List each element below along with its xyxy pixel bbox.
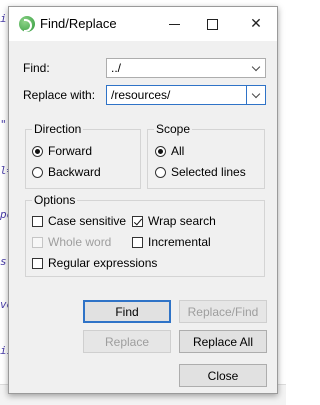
scope-all-radio[interactable]: All [155,144,184,158]
replace-dropdown-button[interactable] [246,86,265,104]
direction-backward-radio[interactable]: Backward [32,165,101,179]
find-combobox[interactable]: ../ [106,58,266,78]
chevron-down-icon [251,62,261,71]
replace-input[interactable]: /resources/ [111,88,170,102]
scope-all-label: All [171,144,185,158]
case-sensitive-checkbox[interactable]: Case sensitive [32,214,126,228]
checkbox-checked-icon [132,215,143,227]
radio-unselected-icon [155,166,166,178]
minimize-button[interactable] [155,7,193,41]
checkbox-unchecked-icon [132,236,143,248]
maximize-button[interactable] [193,7,231,41]
regular-expressions-label: Regular expressions [48,256,158,270]
radio-selected-icon [32,145,43,157]
find-button[interactable]: Find [83,300,171,323]
find-input[interactable]: ../ [111,61,121,75]
close-icon: ✕ [250,16,262,32]
scope-group: Scope All Selected lines [147,122,265,189]
find-replace-dialog: Find/Replace ✕ Find: ../ Replace with: /… [8,6,278,394]
whole-word-label: Whole word [48,235,112,249]
direction-backward-label: Backward [48,165,101,179]
replace-combobox[interactable]: /resources/ [106,85,266,105]
direction-forward-label: Forward [48,144,93,158]
close-button[interactable]: Close [179,364,267,387]
maximize-icon [206,18,218,30]
direction-group-title: Direction [32,122,84,136]
incremental-checkbox[interactable]: Incremental [132,235,211,249]
case-sensitive-label: Case sensitive [48,214,127,228]
direction-forward-radio[interactable]: Forward [32,144,92,158]
find-label: Find: [23,61,50,75]
radio-selected-icon [155,145,166,157]
direction-group: Direction Forward Backward [25,122,141,189]
scope-selected-lines-radio[interactable]: Selected lines [155,165,246,179]
regular-expressions-checkbox[interactable]: Regular expressions [32,256,157,270]
scope-group-title: Scope [154,122,193,136]
editor-glyph: s [0,255,7,268]
minimize-icon [168,23,180,25]
whole-word-checkbox: Whole word [32,235,111,249]
wrap-search-label: Wrap search [148,214,216,228]
close-window-button[interactable]: ✕ [237,7,275,41]
wrap-search-checkbox[interactable]: Wrap search [132,214,216,228]
radio-unselected-icon [32,166,43,178]
scope-selected-lines-label: Selected lines [171,165,246,179]
eclipse-app-icon [19,16,35,32]
replace-button: Replace [83,330,171,353]
dialog-title: Find/Replace [40,16,117,31]
editor-glyph: i [0,12,7,25]
chevron-down-icon [251,89,261,98]
checkbox-unchecked-icon [32,257,43,269]
replace-label: Replace with: [23,88,96,102]
title-bar[interactable]: Find/Replace ✕ [9,7,277,41]
editor-glyph: " [0,118,7,131]
checkbox-disabled-icon [32,236,43,248]
replace-find-button: Replace/Find [179,300,267,323]
checkbox-unchecked-icon [32,215,43,227]
find-dropdown-button[interactable] [247,59,265,77]
incremental-label: Incremental [148,235,211,249]
replace-all-button[interactable]: Replace All [179,330,267,353]
options-group: Options Case sensitive Wrap search Whole… [25,193,265,277]
options-group-title: Options [32,193,78,207]
